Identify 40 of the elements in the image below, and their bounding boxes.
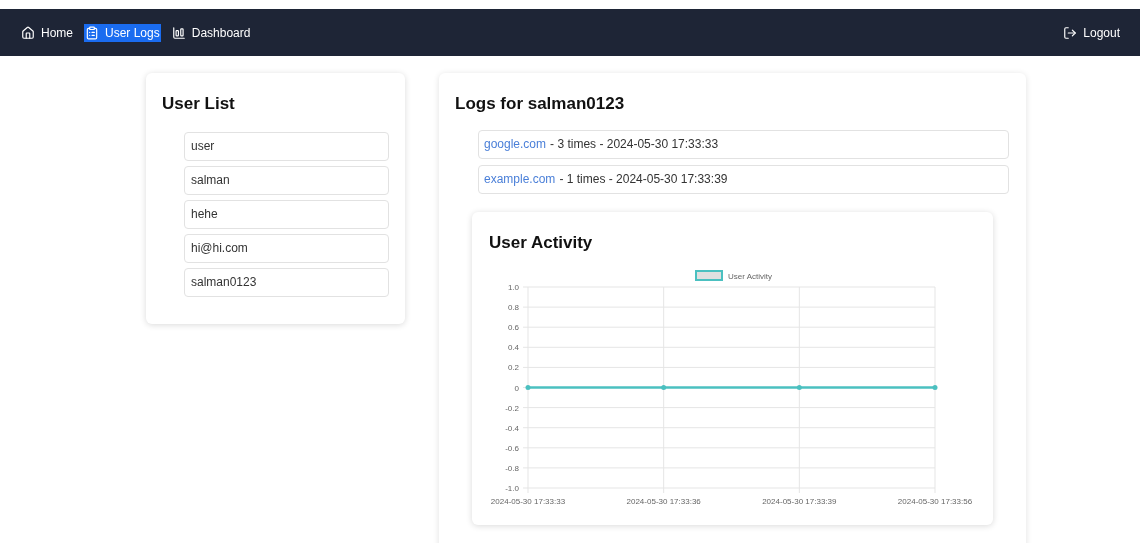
clipboard-icon bbox=[85, 25, 99, 40]
log-details: - 3 times - 2024-05-30 17:33:33 bbox=[550, 136, 719, 153]
card-title: User List bbox=[162, 93, 236, 115]
logout-link[interactable]: Logout bbox=[1063, 23, 1120, 42]
data-point bbox=[932, 385, 938, 390]
y-tick-label: 0.2 bbox=[507, 363, 519, 373]
chart-title: User Activity bbox=[489, 231, 594, 254]
legend-label: User Activity bbox=[728, 272, 772, 281]
logout-icon bbox=[1063, 25, 1078, 40]
nav-link[interactable]: Dashboard bbox=[170, 23, 252, 42]
y-tick-label: 0 bbox=[514, 383, 519, 393]
x-tick-label: 2024-05-30 17:33:39 bbox=[762, 497, 837, 506]
y-tick-label: 0.8 bbox=[507, 303, 519, 313]
user-list-item[interactable]: hehe bbox=[184, 199, 389, 229]
user-list-item[interactable]: user bbox=[184, 131, 389, 161]
data-point bbox=[796, 385, 802, 390]
nav-link[interactable]: User Logs bbox=[84, 23, 161, 42]
x-tick-label: 2024-05-30 17:33:36 bbox=[626, 497, 701, 506]
home-icon bbox=[21, 25, 35, 40]
card-title: Logs for salman0123 bbox=[455, 93, 626, 115]
user-list-item[interactable]: salman bbox=[184, 165, 389, 195]
y-tick-label: -0.4 bbox=[505, 423, 519, 433]
site-link[interactable]: google.com bbox=[484, 135, 547, 153]
user-list-item[interactable]: salman0123 bbox=[184, 267, 389, 297]
data-point bbox=[661, 385, 667, 390]
x-tick-label: 2024-05-30 17:33:33 bbox=[490, 497, 566, 506]
y-tick-label: -0.2 bbox=[505, 403, 519, 413]
y-tick-label: -0.6 bbox=[505, 443, 519, 453]
x-tick-label: 2024-05-30 17:33:56 bbox=[897, 497, 973, 506]
user-list-item[interactable]: hi@hi.com bbox=[184, 233, 389, 263]
y-tick-label: 0.6 bbox=[507, 323, 519, 333]
data-point bbox=[525, 385, 531, 390]
y-tick-label: 0.4 bbox=[507, 343, 519, 353]
y-tick-label: 1.0 bbox=[507, 283, 519, 292]
bar-chart-icon bbox=[171, 25, 186, 40]
log-details: - 1 times - 2024-05-30 17:33:39 bbox=[559, 171, 728, 188]
site-link[interactable]: example.com bbox=[484, 170, 556, 188]
y-tick-label: -0.8 bbox=[505, 463, 519, 473]
nav-link[interactable]: Home bbox=[20, 23, 74, 42]
y-tick-label: -1.0 bbox=[505, 484, 519, 493]
